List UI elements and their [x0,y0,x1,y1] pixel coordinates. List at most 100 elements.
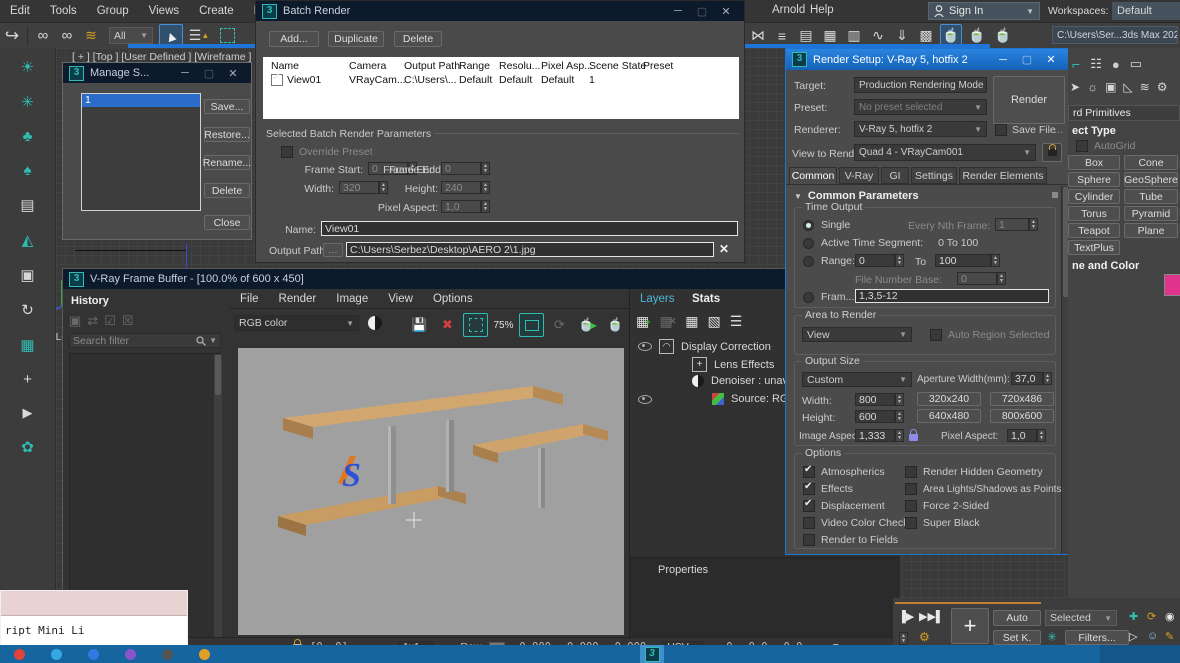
height-field[interactable]: 600 [855,410,895,423]
history-set-a-icon[interactable]: ☑ [104,313,116,329]
every-nth-field[interactable]: 1 [995,218,1029,231]
spinner[interactable]: ▲▼ [481,181,490,194]
spinner[interactable]: ▲▼ [991,254,1000,267]
vfb-channel-dropdown[interactable]: RGB color▼ [234,315,359,331]
set-key-button[interactable]: Set K. [993,630,1041,645]
autogrid-checkbox[interactable] [1076,140,1088,152]
sphere-button[interactable]: Sphere [1068,172,1120,187]
systems-tab-icon[interactable]: ⚙ [1157,80,1168,94]
vfb-menu-view[interactable]: View [378,293,423,305]
maximize-icon[interactable]: ▢ [690,5,714,18]
clear-image-icon[interactable]: ✖ [435,313,460,337]
cameras-tab-icon[interactable]: ▣ [1105,80,1116,94]
listener-text[interactable]: ript Mini Li [1,616,187,637]
monitor-icon[interactable]: ▭ [1130,56,1142,72]
visibility-eye-icon[interactable] [638,342,652,351]
output-size-dropdown[interactable]: Custom▼ [802,372,912,387]
menu-views[interactable]: Views [139,5,189,17]
grid-tool-icon[interactable]: + [23,371,32,388]
video-color-check-checkbox[interactable] [803,517,815,529]
range-from-field[interactable]: 0 [855,254,895,267]
taskbar-app-icon[interactable] [88,649,99,660]
preset-640x480-button[interactable]: 640x480 [917,409,981,423]
next-frame-icon[interactable]: ▶▶▌ [919,610,944,623]
taskbar-app-icon[interactable] [14,649,25,660]
geosphere-button[interactable]: GeoSphere [1124,172,1178,187]
tab-layers[interactable]: Layers [640,293,675,305]
displacement-checkbox[interactable] [803,500,815,512]
region-render-icon[interactable] [463,313,488,337]
menu-tools[interactable]: Tools [40,5,87,17]
tab-settings[interactable]: Settings [911,167,957,184]
batch-titlebar[interactable]: 3 Batch Render ─ ▢ ✕ [256,1,744,21]
clear-path-icon[interactable]: ✕ [719,242,729,256]
minimize-icon[interactable]: ─ [173,67,197,79]
layer-list-icon[interactable]: ☰ [730,313,743,330]
stop-render-icon[interactable]: 🍵 [603,313,628,337]
project-folder-dropdown[interactable]: C:\Users\Ser...3ds Max 2021▼ [1052,26,1178,44]
scene-state-item[interactable]: 1 [82,94,200,107]
delete-button[interactable]: Delete [204,183,250,198]
bind-spacewarp-icon[interactable]: ≋ [79,24,103,48]
output-path-field[interactable]: C:\Users\Serbez\Desktop\AERO 2\1.jpg [346,242,714,257]
pixel-aspect-field[interactable]: 1,0 [441,200,481,213]
vfb-menu-options[interactable]: Options [423,293,483,305]
history-compare-icon[interactable]: ⇄ [87,313,98,329]
tab-vray[interactable]: V-Ray [839,167,879,184]
primitive-category-dropdown[interactable]: rd Primitives [1068,105,1180,121]
render-production-icon[interactable]: 🍵 [992,24,1014,48]
manage-titlebar[interactable]: 3 Manage S... ─ ▢ ✕ [63,63,251,83]
override-preset-checkbox[interactable] [281,146,293,158]
history-save-icon[interactable]: ▣ [69,313,81,329]
view-enabled-checkbox[interactable] [271,74,283,86]
menu-help[interactable]: Help [800,4,844,16]
select-link-icon[interactable]: ∞ [31,24,55,48]
lock-view-button[interactable] [1042,143,1062,162]
vfb-menu-image[interactable]: Image [326,293,378,305]
preset-800x600-button[interactable]: 800x600 [990,409,1054,423]
taskbar-tray[interactable] [1100,645,1180,663]
save-layers-icon[interactable]: ▦ [685,313,698,330]
selection-filter-dropdown[interactable]: All▼ [109,27,153,44]
key-mode-icon[interactable]: ⚙ [919,630,930,644]
image-aspect-lock-icon[interactable] [909,434,918,441]
preset-320x240-button[interactable]: 320x240 [917,392,981,406]
save-image-icon[interactable]: 💾 [407,313,432,337]
spinner[interactable]: ▲▼ [481,162,490,175]
taskbar-app-icon[interactable] [162,649,173,660]
spinner[interactable]: ▲▼ [895,410,904,423]
mini-listener[interactable]: ript Mini Li [0,590,188,648]
image-aspect-field[interactable]: 1,333 [855,429,895,442]
pyramid-button[interactable]: Pyramid [1124,206,1178,221]
range-to-field[interactable]: 100 [935,254,991,267]
set-key-big-button[interactable]: + [951,608,989,644]
layer-row-lens-effects[interactable]: + Lens Effects [692,357,774,372]
zoom-extents-icon[interactable]: ▷ [1129,630,1137,643]
preset-dropdown[interactable]: No preset selected▼ [854,99,987,115]
maximize-icon[interactable]: ▢ [1015,53,1039,66]
tab-common[interactable]: Common [789,167,837,184]
spinner[interactable]: ▲▼ [1043,372,1052,385]
create-tab-icon[interactable]: ➤ [1070,80,1080,94]
zoom-level-button[interactable]: 75% [491,313,516,337]
height-field[interactable]: 240 [441,181,481,194]
save-button[interactable]: Save... [204,99,250,114]
move-gizmo-icon[interactable]: ✚ [1129,610,1138,623]
tab-stats[interactable]: Stats [692,293,720,305]
walkthrough-tool-icon[interactable]: ✿ [21,438,34,456]
box-button[interactable]: Box [1068,155,1120,170]
table-tool-icon[interactable]: ▤ [20,196,34,214]
taskbar-app-icon[interactable] [199,649,210,660]
cone-button[interactable]: Cone [1124,155,1178,170]
track-mouse-icon[interactable]: ⟳ [547,313,572,337]
table-row[interactable]: View01 [271,74,321,86]
save-file-browse[interactable]: ... [1054,124,1063,136]
rename-button[interactable]: Rename... [204,155,250,170]
visibility-eye-icon[interactable] [638,395,652,404]
render-hidden-checkbox[interactable] [905,466,917,478]
orbit-icon[interactable]: ◉ [1165,610,1175,623]
populate-tool-icon[interactable]: ♣ [23,128,33,145]
close-icon[interactable]: ✕ [714,5,738,18]
render-setup-titlebar[interactable]: 3 Render Setup: V-Ray 5, hotfix 2 ─ ▢ ✕ [786,49,1069,70]
workspace-select[interactable]: Default [1112,2,1180,20]
